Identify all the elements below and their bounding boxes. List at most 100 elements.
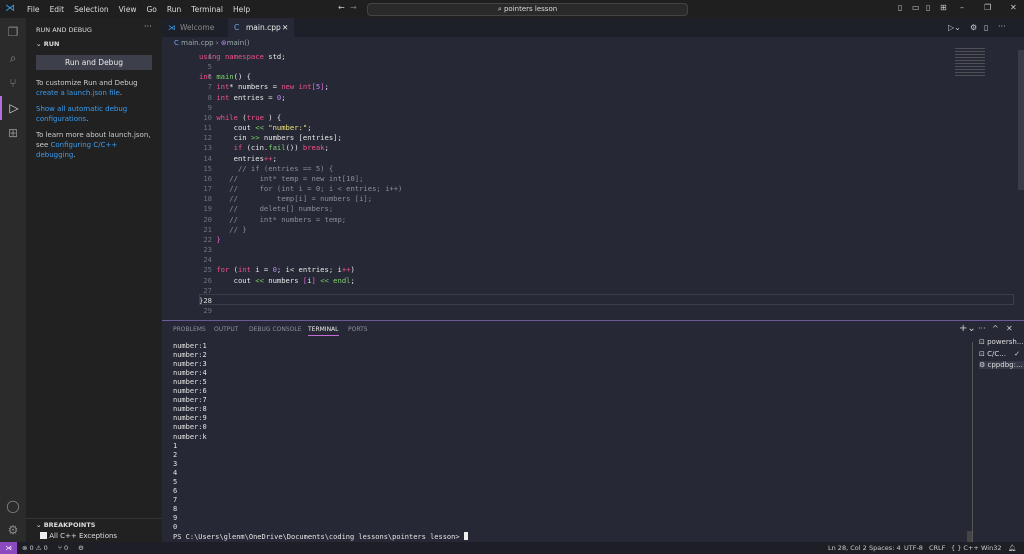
code-line: // }: [199, 225, 246, 234]
terminal-text: 2: [173, 450, 178, 459]
learn-more-text: To learn more about launch.json, see Con…: [36, 130, 158, 160]
problems-status[interactable]: ⊗ 0 ⚠ 0: [22, 542, 48, 554]
restore-icon[interactable]: ❐: [984, 3, 991, 12]
code-line: }: [199, 235, 220, 244]
terminal-line: 1: [173, 442, 177, 450]
editor-scrollbar[interactable]: [1018, 50, 1024, 190]
vscode-logo-icon: ⋊: [5, 3, 15, 14]
encoding[interactable]: UTF-8: [904, 542, 923, 554]
customize-layout-icon[interactable]: ⊞: [940, 3, 947, 12]
line-number: 9: [207, 102, 212, 112]
tab-ports[interactable]: PORTS: [348, 326, 368, 333]
more-actions-icon[interactable]: ···: [978, 324, 986, 333]
terminal-label: cppdbg:...: [987, 361, 1023, 369]
indentation[interactable]: Spaces: 4: [869, 542, 901, 554]
terminal-line: 6: [173, 487, 177, 495]
terminal-text: 8: [173, 504, 178, 513]
toggle-panel-icon[interactable]: ▭: [912, 3, 920, 12]
menu-go[interactable]: Go: [141, 5, 161, 14]
code-line: int entries = 0;: [199, 93, 285, 102]
toggle-secondary-sidebar-icon[interactable]: ▯: [926, 3, 930, 12]
code-token: while: [216, 112, 243, 122]
tab-output[interactable]: OUTPUT: [214, 326, 238, 333]
new-terminal-icon[interactable]: +⌄: [959, 323, 976, 334]
run-section-header[interactable]: ⌄ RUN: [36, 40, 59, 48]
code-token: new: [281, 82, 299, 92]
search-icon[interactable]: ⌕: [0, 46, 26, 70]
terminal-text: number:1: [173, 342, 207, 350]
more-actions-icon[interactable]: ···: [144, 22, 152, 31]
terminal-text: number:7: [173, 396, 207, 405]
explorer-icon[interactable]: ❐: [0, 20, 26, 44]
line-number: 24: [203, 255, 212, 265]
close-tab-icon[interactable]: ✕: [282, 18, 288, 37]
breakpoint-item[interactable]: All C++ Exceptions: [40, 532, 117, 540]
breakpoints-section-header[interactable]: ⌄ BREAKPOINTS: [36, 521, 95, 529]
code-line: cout << "number:";: [199, 123, 312, 132]
run-debug-sidebar: RUN AND DEBUG ··· ⌄ RUN Run and Debug To…: [26, 18, 162, 542]
terminal-icon: ⊡: [979, 338, 985, 346]
command-center-search[interactable]: ⌕ pointers lesson: [367, 3, 688, 16]
account-icon[interactable]: ◯: [0, 494, 26, 518]
maximize-panel-icon[interactable]: ^: [992, 324, 999, 333]
menu-file[interactable]: File: [22, 5, 45, 14]
line-number: 23: [203, 245, 212, 255]
terminal-line: number:9: [173, 414, 207, 422]
toggle-sidebar-icon[interactable]: ▯: [898, 3, 902, 12]
code-token: int: [298, 82, 312, 92]
line-ending[interactable]: CRLF: [929, 542, 945, 554]
extensions-icon[interactable]: ⊞: [0, 121, 26, 145]
terminal-line: number:8: [173, 405, 207, 413]
show-automatic-configs-link[interactable]: Show all automatic debug configurations: [36, 105, 127, 123]
code-token: // delete[] numbers;: [199, 204, 334, 214]
breadcrumb-file[interactable]: main.cpp: [181, 39, 213, 47]
terminal-tab-cppdbg[interactable]: ⚙ cppdbg:...: [979, 361, 1024, 369]
checkbox[interactable]: [40, 532, 47, 539]
split-editor-icon[interactable]: ▯: [984, 23, 988, 32]
tab-problems[interactable]: PROBLEMS: [173, 326, 206, 333]
cursor-position[interactable]: Ln 28, Col 2: [828, 542, 867, 554]
menu-help[interactable]: Help: [228, 5, 255, 14]
code-token: * numbers =: [229, 82, 282, 92]
tab-terminal[interactable]: TERMINAL: [308, 326, 339, 336]
tab-label: Welcome: [180, 23, 215, 32]
breadcrumb-symbol[interactable]: main(): [227, 39, 250, 47]
terminal-text: 0: [173, 523, 178, 531]
close-panel-icon[interactable]: ✕: [1006, 324, 1013, 333]
tab-debug-console[interactable]: DEBUG CONSOLE: [249, 326, 302, 333]
menu-terminal[interactable]: Terminal: [186, 5, 228, 14]
menu-view[interactable]: View: [114, 5, 142, 14]
source-control-icon[interactable]: ⑂: [0, 71, 26, 95]
menu-edit[interactable]: Edit: [45, 5, 70, 14]
terminal-text: PS C:\Users\glenm\OneDrive\Documents\cod…: [173, 533, 464, 542]
minimize-icon[interactable]: –: [960, 3, 964, 12]
language-mode[interactable]: { } C++: [951, 542, 979, 554]
tab-welcome[interactable]: ⋊ Welcome: [162, 18, 228, 37]
code-token: ()): [285, 143, 303, 153]
terminal-tab-powershell[interactable]: ⊡ powersh...: [979, 338, 1024, 346]
minimap[interactable]: [955, 48, 985, 78]
debug-launch-icon[interactable]: ⚙: [78, 542, 84, 554]
ports-status[interactable]: ⑂ 0: [58, 542, 68, 554]
settings-gear-icon[interactable]: ⚙: [0, 518, 26, 542]
forward-arrow-icon[interactable]: →: [350, 3, 357, 12]
remote-icon[interactable]: ⋊: [0, 542, 17, 554]
settings-icon[interactable]: ⚙: [970, 23, 977, 32]
terminal-line: number:6: [173, 387, 207, 395]
code-line: int* numbers = new int[5];: [199, 82, 329, 91]
terminal-tab-cpp[interactable]: ⊡ C/C... ✓: [979, 350, 1020, 358]
platform[interactable]: Win32: [981, 542, 1001, 554]
menu-selection[interactable]: Selection: [69, 5, 114, 14]
run-debug-icon[interactable]: ▷: [0, 96, 26, 120]
tab-main-cpp[interactable]: Cmain.cpp ✕: [228, 18, 294, 37]
close-window-icon[interactable]: ✕: [1010, 3, 1017, 12]
code-line: int main() {: [199, 72, 251, 81]
terminal-text: 4: [173, 468, 178, 477]
notifications-bell-icon[interactable]: 🔔︎: [1008, 542, 1016, 554]
run-and-debug-button[interactable]: Run and Debug: [36, 55, 152, 70]
more-actions-icon[interactable]: ···: [998, 22, 1006, 31]
menu-run[interactable]: Run: [162, 5, 186, 14]
create-launch-json-link[interactable]: create a launch.json file: [36, 89, 120, 97]
run-debug-dropdown-icon[interactable]: ▷⌄: [948, 23, 961, 32]
back-arrow-icon[interactable]: ←: [338, 3, 345, 12]
